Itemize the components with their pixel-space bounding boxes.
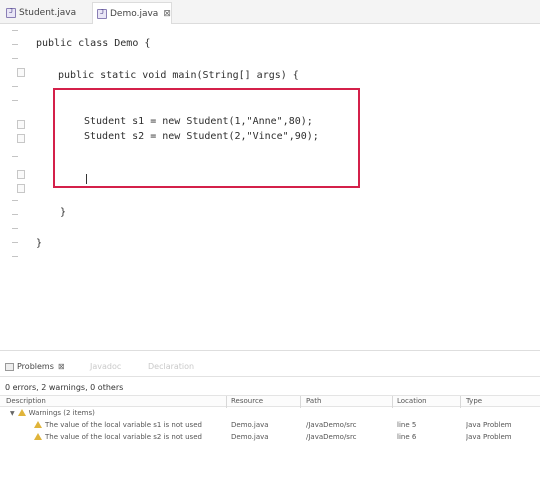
close-icon[interactable]: ⊠: [163, 9, 171, 19]
gutter-line: [12, 200, 18, 201]
warning-icon: [34, 433, 42, 440]
tab-student-java[interactable]: Student.java: [2, 2, 86, 24]
java-file-icon: [6, 7, 16, 18]
cell-resource: Demo.java: [231, 433, 269, 441]
panel-tab-bar: Problems ⊠ Javadoc Declaration: [0, 359, 540, 377]
cell-location: line 5: [397, 421, 417, 429]
problems-icon: [5, 362, 14, 371]
tab-label: Javadoc: [90, 362, 122, 371]
column-header-type[interactable]: Type: [466, 397, 482, 405]
cell-location: line 6: [397, 433, 417, 441]
java-file-icon: [97, 8, 107, 19]
gutter-line: [12, 242, 18, 243]
cell-type: Java Problem: [466, 421, 512, 429]
column-divider[interactable]: [460, 396, 461, 408]
warning-icon: [34, 421, 42, 428]
table-row[interactable]: The value of the local variable s2 is no…: [0, 433, 540, 444]
highlight-box: [53, 88, 360, 188]
group-title: Warnings (2 items): [28, 409, 95, 417]
column-header-description[interactable]: Description: [6, 397, 46, 405]
close-icon[interactable]: ⊠: [58, 362, 65, 371]
code-line-close-class: }: [36, 238, 43, 249]
problems-table-header: Description Resource Path Location Type: [0, 395, 540, 408]
cell-path: /JavaDemo/src: [306, 433, 357, 441]
warning-icon: [17, 409, 26, 416]
tab-problems[interactable]: Problems ⊠: [5, 362, 65, 371]
code-text[interactable]: public class Demo { public static void m…: [0, 24, 319, 249]
tab-label: Student.java: [19, 8, 77, 18]
gutter-line: [12, 256, 18, 257]
tab-demo-java[interactable]: Demo.java ⊠: [92, 2, 172, 25]
gutter-line: [12, 214, 18, 215]
code-editor[interactable]: public class Demo { public static void m…: [0, 24, 540, 350]
group-label: ▼ Warnings (2 items): [10, 409, 95, 417]
column-header-location[interactable]: Location: [397, 397, 427, 405]
warnings-group-row[interactable]: ▼ Warnings (2 items): [0, 409, 540, 420]
column-divider[interactable]: [392, 396, 393, 408]
column-header-resource[interactable]: Resource: [231, 397, 263, 405]
warning-marker-icon[interactable]: [17, 134, 25, 143]
tab-label: Declaration: [148, 362, 195, 371]
table-row[interactable]: The value of the local variable s1 is no…: [0, 421, 540, 432]
tab-label: Problems: [17, 362, 54, 371]
code-line-main-decl: public static void main(String[] args) {: [58, 70, 299, 81]
column-divider[interactable]: [300, 396, 301, 408]
chevron-down-icon[interactable]: ▼: [10, 410, 15, 417]
tab-javadoc[interactable]: Javadoc: [90, 362, 121, 371]
column-header-path[interactable]: Path: [306, 397, 321, 405]
tab-label: Demo.java: [110, 8, 159, 19]
cell-description: The value of the local variable s2 is no…: [34, 433, 224, 441]
cell-description: The value of the local variable s1 is no…: [34, 421, 224, 429]
tab-declaration[interactable]: Declaration: [148, 362, 194, 371]
gutter-marker-icon: [17, 184, 25, 193]
gutter-line: [12, 156, 18, 157]
gutter-line: [12, 228, 18, 229]
cell-path: /JavaDemo/src: [306, 421, 357, 429]
editor-tab-bar: Student.java Demo.java ⊠: [0, 0, 540, 25]
code-line-class-decl: public class Demo {: [36, 38, 151, 49]
cell-resource: Demo.java: [231, 421, 269, 429]
cell-type: Java Problem: [466, 433, 512, 441]
gutter-marker-icon: [17, 170, 25, 179]
column-divider[interactable]: [226, 396, 227, 408]
problems-panel: Problems ⊠ Javadoc Declaration 0 errors,…: [0, 350, 540, 478]
problems-summary: 0 errors, 2 warnings, 0 others: [5, 383, 124, 392]
code-line-close-main: }: [60, 207, 67, 218]
